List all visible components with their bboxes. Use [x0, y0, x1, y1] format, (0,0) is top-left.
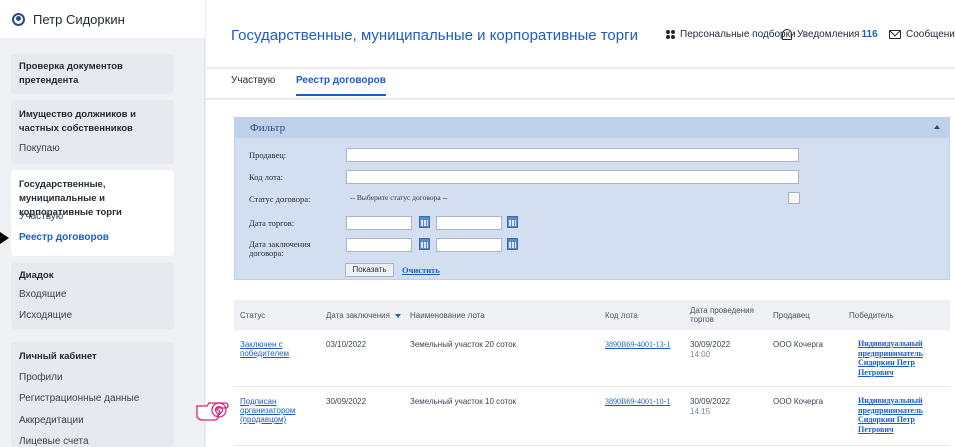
row-status-link[interactable]: Подписан организатором (продавцом) [240, 397, 304, 424]
user-icon [12, 12, 25, 26]
sidebar-group-title: Диадок [19, 270, 54, 281]
lot-code-label: Код лота: [249, 172, 284, 182]
row-auction-date: 30/09/2022 [690, 397, 731, 406]
header: Государственные, муниципальные и корпора… [206, 0, 955, 68]
row-status-link[interactable]: Заключен с победителем [240, 340, 300, 358]
col-status: Статус [240, 311, 266, 320]
clear-link[interactable]: Очистить [402, 265, 440, 275]
row-seller: ООО Кочерга [773, 340, 824, 349]
filter-title: Фильтр [250, 122, 286, 134]
row-contract-date: 30/09/2022 [326, 397, 367, 406]
user-profile[interactable]: Петр Сидоркин [0, 0, 205, 38]
user-name: Петр Сидоркин [33, 11, 125, 27]
row-winner-link[interactable]: Индивидуальный предприниматель Сидоркин … [858, 396, 944, 434]
contract-date-to-input[interactable] [436, 238, 502, 252]
sidebar-group-title: Личный кабинет [19, 351, 97, 362]
sidebar-group-title[interactable]: Проверка документов претендента [19, 60, 159, 88]
tab-bar: Участвую Реестр договоров [206, 69, 955, 99]
sidebar-item-contract-registry[interactable]: Реестр договоров [19, 231, 109, 245]
messages-label: Сообщения [906, 29, 955, 40]
col-contract-date[interactable]: Дата заключения [326, 311, 401, 320]
collapse-icon[interactable] [934, 125, 940, 129]
lot-code-input[interactable] [346, 170, 799, 184]
row-seller: ООО Кочерга [773, 397, 824, 406]
col-auction-date: Дата проведения торгов [690, 306, 754, 324]
status-select[interactable]: -- Выберите статус договора -- [346, 192, 800, 206]
auction-date-label: Дата торгов: [249, 218, 295, 228]
sidebar-group-title: Имущество должников и частных собственни… [19, 109, 136, 134]
bell-icon [782, 29, 792, 40]
sidebar-group-public-auctions: Государственные, муниципальные и корпора… [11, 170, 174, 256]
row-auction-time: 14:15 [690, 407, 711, 416]
tab-participating[interactable]: Участвую [231, 75, 275, 94]
table-row: Заключен с победителем 03/10/2022 Земель… [234, 330, 950, 387]
calendar-icon[interactable] [507, 216, 518, 228]
contract-date-label: Дата заключения договора: [249, 239, 311, 258]
sidebar-group-documents: Проверка документов претендента [11, 54, 174, 94]
row-auction-date: 30/09/2022 [690, 340, 731, 349]
main-content: Фильтр Продавец: Код лота: Статус догово… [206, 100, 955, 447]
contract-date-from-input[interactable] [346, 238, 412, 252]
sidebar-item-incoming[interactable]: Входящие [19, 288, 66, 302]
sidebar-item-participating[interactable]: Участвую [19, 210, 63, 224]
select-box-icon[interactable] [788, 192, 800, 204]
sidebar: Петр Сидоркин Проверка документов претен… [0, 0, 205, 447]
auction-date-to-input[interactable] [436, 216, 502, 230]
sidebar-item-buying[interactable]: Покупаю [19, 142, 60, 156]
calendar-icon[interactable] [507, 238, 518, 250]
sidebar-item-registration-data[interactable]: Регистрационные данные [19, 392, 139, 406]
pointer-arrow-icon [0, 232, 9, 244]
sidebar-group-property: Имущество должников и частных собственни… [11, 100, 174, 164]
page-title: Государственные, муниципальные и корпора… [231, 27, 638, 44]
seller-input[interactable] [346, 148, 799, 162]
sidebar-group-account: Личный кабинет Профили Регистрационные д… [11, 342, 174, 447]
notifications-button[interactable]: Уведомления 116 [782, 29, 878, 40]
mail-icon [889, 30, 901, 39]
personal-selections-label: Персональные подборки [680, 29, 796, 40]
row-winner-link[interactable]: Индивидуальный предприниматель Сидоркин … [858, 339, 944, 377]
pointing-hand-cursor-icon [196, 402, 229, 421]
row-lot-code-link[interactable]: 3890B69-4001-10-1 [605, 397, 670, 406]
col-winner: Победитель [849, 311, 894, 320]
table-row: Подписан организатором (продавцом) 30/09… [234, 388, 950, 446]
row-contract-date: 03/10/2022 [326, 340, 367, 349]
personal-selections-button[interactable]: Персональные подборки [666, 29, 796, 40]
auction-date-from-input[interactable] [346, 216, 412, 230]
table-header: Статус Дата заключения Наименование лота… [234, 300, 950, 330]
sidebar-item-accreditations[interactable]: Аккредитации [19, 414, 84, 428]
grid-dots-icon [666, 30, 675, 39]
show-button[interactable]: Показать [345, 263, 394, 277]
sort-down-icon[interactable] [394, 313, 401, 318]
status-select-value: -- Выберите статус договора -- [350, 193, 448, 202]
sidebar-item-outgoing[interactable]: Исходящие [19, 309, 72, 323]
calendar-icon[interactable] [419, 216, 430, 228]
filter-header[interactable]: Фильтр [235, 118, 949, 138]
col-lot-name: Наименование лота [410, 311, 485, 320]
status-label: Статус договора: [249, 194, 311, 204]
sidebar-item-accounts[interactable]: Лицевые счета [19, 435, 89, 447]
col-lot-code: Код лота [605, 311, 638, 320]
seller-label: Продавец: [249, 150, 287, 160]
row-auction-time: 14:00 [690, 350, 711, 359]
col-seller: Продавец [773, 311, 810, 320]
messages-button[interactable]: Сообщения [889, 29, 955, 40]
row-lot-code-link[interactable]: 3890B69-4001-13-1 [605, 340, 670, 349]
col-contract-date-label: Дата заключения [326, 311, 390, 320]
notifications-label: Уведомления [797, 29, 860, 40]
sidebar-group-diadoc: Диадок Входящие Исходящие [11, 263, 174, 329]
sidebar-item-profiles[interactable]: Профили [19, 371, 63, 385]
row-lot-name: Земельный участок 20 соток [410, 340, 517, 349]
tab-contract-registry[interactable]: Реестр договоров [296, 75, 386, 96]
filter-panel: Фильтр Продавец: Код лота: Статус догово… [234, 117, 950, 280]
row-lot-name: Земельный участок 10 соток [410, 397, 517, 406]
notifications-count: 116 [861, 29, 878, 40]
calendar-icon[interactable] [419, 238, 430, 250]
